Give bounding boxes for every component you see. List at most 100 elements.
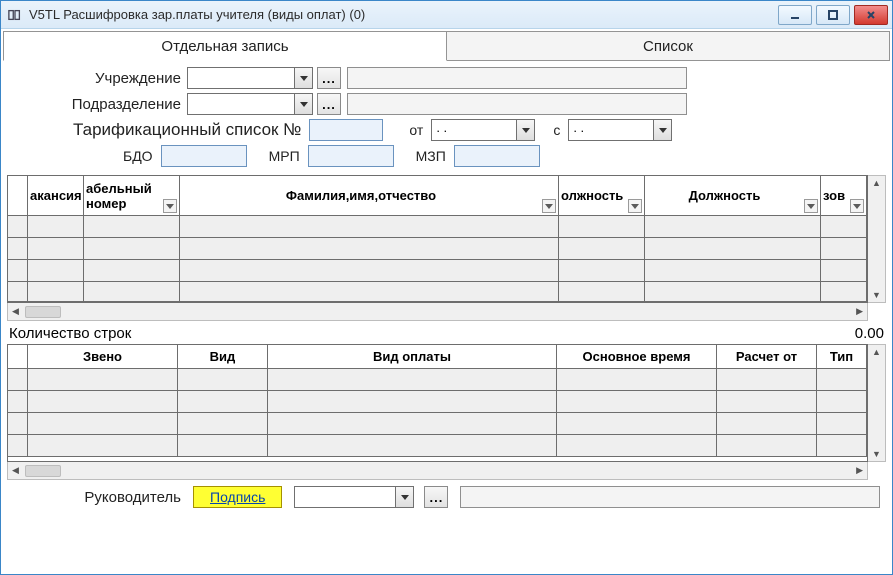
tariff-label: Тарификационный список №: [73, 120, 301, 140]
col-level[interactable]: Звено: [28, 345, 178, 369]
table-row[interactable]: [8, 391, 867, 413]
tariff-number-input[interactable]: [309, 119, 383, 141]
col-label: олжность: [561, 188, 623, 203]
col-payment-kind[interactable]: Вид оплаты: [268, 345, 557, 369]
scroll-right-icon[interactable]: ▶: [852, 465, 867, 476]
col-zov[interactable]: зов: [821, 176, 867, 216]
col-label: Расчет от: [736, 349, 797, 364]
chevron-down-icon[interactable]: [294, 94, 312, 114]
scroll-down-icon[interactable]: ▼: [872, 449, 881, 459]
institution-combo[interactable]: [187, 67, 313, 89]
col-selector[interactable]: [8, 345, 28, 369]
minimize-button[interactable]: [778, 5, 812, 25]
filter-icon[interactable]: [542, 199, 556, 213]
grid1-vscroll[interactable]: ▲ ▼: [868, 175, 886, 303]
grid1-hscroll[interactable]: ◀ ▶: [7, 303, 868, 321]
tab-list[interactable]: Список: [447, 31, 890, 61]
col-kind[interactable]: Вид: [178, 345, 268, 369]
table-row[interactable]: [8, 369, 867, 391]
bdo-label: БДО: [123, 148, 153, 164]
filter-icon[interactable]: [804, 199, 818, 213]
institution-label: Учреждение: [13, 70, 187, 87]
filter-icon[interactable]: [628, 199, 642, 213]
mzp-input[interactable]: [454, 145, 540, 167]
col-label: акансия: [30, 188, 82, 203]
col-label: Основное время: [583, 349, 691, 364]
payments-grid[interactable]: Звено Вид Вид оплаты Основное время Расч…: [7, 344, 868, 462]
table-row[interactable]: [8, 260, 867, 282]
manager-browse-button[interactable]: ...: [424, 486, 448, 508]
combo-value: . .: [569, 120, 653, 140]
app-window: V5TL Расшифровка зар.платы учителя (виды…: [0, 0, 893, 575]
manager-display: [460, 486, 880, 508]
scroll-right-icon[interactable]: ▶: [852, 306, 867, 317]
table-row[interactable]: [8, 413, 867, 435]
col-label: Звено: [83, 349, 122, 364]
chevron-down-icon[interactable]: [516, 120, 534, 140]
maximize-button[interactable]: [816, 5, 850, 25]
scroll-thumb[interactable]: [25, 306, 61, 318]
tab-label: Отдельная запись: [161, 38, 288, 55]
table-row[interactable]: [8, 435, 867, 457]
filter-icon[interactable]: [163, 199, 177, 213]
table-row[interactable]: [8, 238, 867, 260]
col-selector[interactable]: [8, 176, 28, 216]
grid2-vscroll[interactable]: ▲ ▼: [868, 344, 886, 462]
institution-browse-button[interactable]: ...: [317, 67, 341, 89]
titlebar: V5TL Расшифровка зар.платы учителя (виды…: [1, 1, 892, 29]
scroll-up-icon[interactable]: ▲: [872, 347, 881, 357]
scroll-left-icon[interactable]: ◀: [8, 306, 23, 317]
col-vacancy[interactable]: акансия: [28, 176, 84, 216]
row-count-value: 0.00: [855, 325, 884, 342]
since-date-combo[interactable]: . .: [568, 119, 672, 141]
scroll-left-icon[interactable]: ◀: [8, 465, 23, 476]
department-label: Подразделение: [13, 96, 187, 113]
chevron-down-icon[interactable]: [653, 120, 671, 140]
window-title: V5TL Расшифровка зар.платы учителя (виды…: [29, 7, 778, 22]
mzp-label: МЗП: [416, 148, 446, 164]
app-icon: [7, 7, 23, 23]
tab-label: Список: [643, 38, 693, 55]
department-combo[interactable]: [187, 93, 313, 115]
col-label: Тип: [830, 349, 853, 364]
sign-button-label: Подпись: [210, 489, 265, 505]
tab-single-record[interactable]: Отдельная запись: [3, 31, 447, 61]
filter-icon[interactable]: [850, 199, 864, 213]
col-tab-number[interactable]: абельный номер: [84, 176, 180, 216]
combo-value: [188, 94, 294, 114]
department-display: [347, 93, 687, 115]
col-label: Вид оплаты: [373, 349, 451, 364]
chevron-down-icon[interactable]: [395, 487, 413, 507]
view-tabs: Отдельная запись Список: [3, 31, 890, 61]
manager-label: Руководитель: [13, 489, 187, 506]
mrp-label: МРП: [269, 148, 300, 164]
col-position[interactable]: Должность: [645, 176, 821, 216]
scroll-down-icon[interactable]: ▼: [872, 290, 881, 300]
combo-value: . .: [432, 120, 516, 140]
sign-button[interactable]: Подпись: [193, 486, 282, 508]
mrp-input[interactable]: [308, 145, 394, 167]
since-label: с: [553, 122, 560, 138]
table-row[interactable]: [8, 282, 867, 302]
grid2-hscroll[interactable]: ◀ ▶: [7, 462, 868, 480]
table-row[interactable]: [8, 216, 867, 238]
chevron-down-icon[interactable]: [294, 68, 312, 88]
col-label: Фамилия,имя,отчество: [286, 188, 436, 203]
scroll-up-icon[interactable]: ▲: [872, 178, 881, 188]
col-label: зов: [823, 188, 845, 203]
from-date-combo[interactable]: . .: [431, 119, 535, 141]
department-browse-button[interactable]: ...: [317, 93, 341, 115]
col-fullname[interactable]: Фамилия,имя,отчество: [180, 176, 559, 216]
col-type[interactable]: Тип: [817, 345, 867, 369]
scroll-thumb[interactable]: [25, 465, 61, 477]
from-label: от: [409, 122, 423, 138]
row-count-label: Количество строк: [9, 325, 131, 342]
employees-grid[interactable]: акансия абельный номер Фамилия,имя,отчес…: [7, 175, 868, 303]
col-calc-from[interactable]: Расчет от: [717, 345, 817, 369]
close-button[interactable]: [854, 5, 888, 25]
col-position-code[interactable]: олжность: [559, 176, 645, 216]
manager-combo[interactable]: [294, 486, 414, 508]
col-main-time[interactable]: Основное время: [557, 345, 717, 369]
bdo-input[interactable]: [161, 145, 247, 167]
institution-display: [347, 67, 687, 89]
